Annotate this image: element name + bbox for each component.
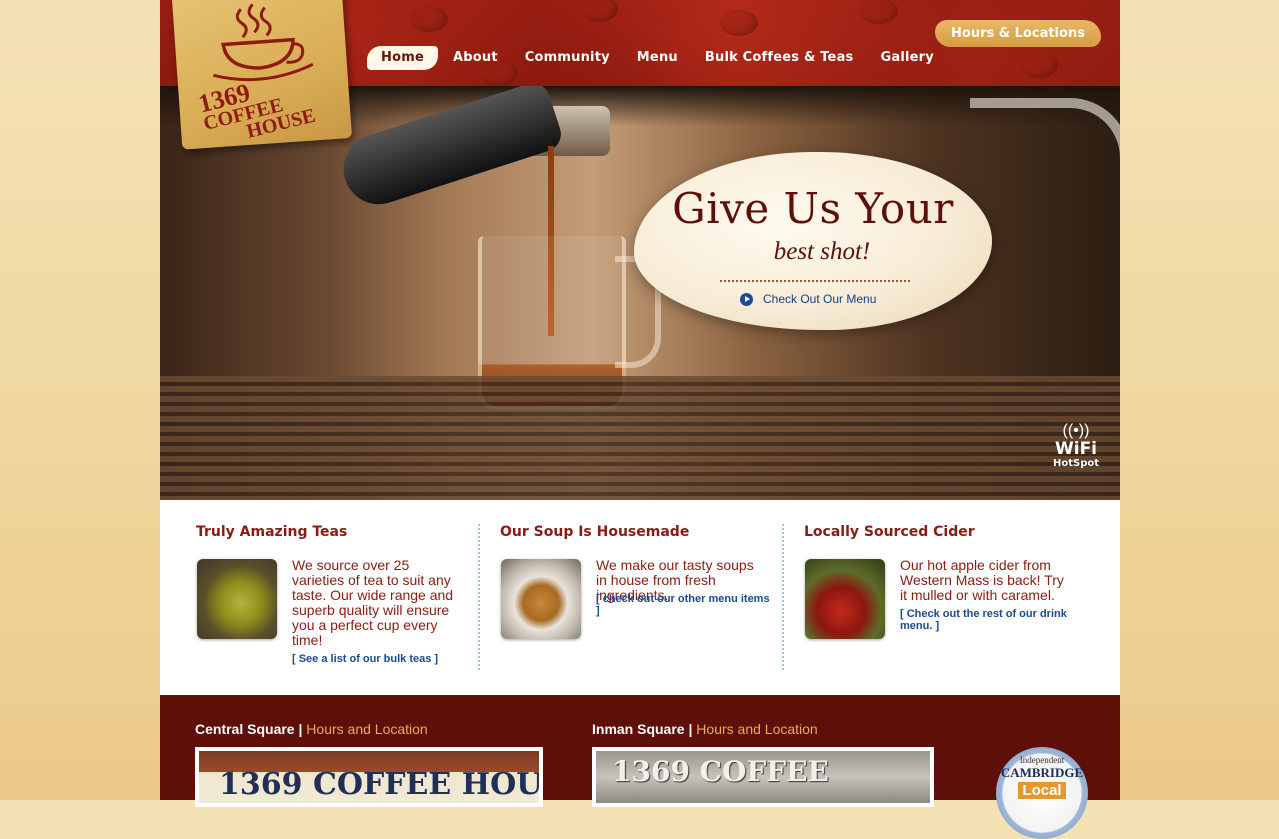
badge-line3: Local [1018, 782, 1066, 799]
central-square-hours-link[interactable]: Hours and Location [306, 721, 427, 737]
inman-square-heading: Inman Square | Hours and Location [592, 721, 818, 737]
nav-gallery[interactable]: Gallery [868, 46, 945, 70]
coffee-bean-decor [410, 6, 448, 32]
wifi-hotspot-badge: ((•)) WiFi HotSpot [1048, 422, 1104, 470]
badge-line2: CAMBRIDGE [1000, 765, 1084, 780]
apple-photo [805, 559, 885, 639]
site-logo[interactable]: 1369 COFFEE HOUSE [172, 0, 353, 150]
coffee-bean-decor [580, 0, 618, 22]
location-name: Central Square [195, 721, 295, 737]
hours-locations-button[interactable]: Hours & Locations [935, 20, 1101, 47]
feature-title: Truly Amazing Teas [196, 524, 348, 540]
feature-title: Locally Sourced Cider [804, 524, 975, 540]
nav-bulk-coffees-teas[interactable]: Bulk Coffees & Teas [693, 46, 866, 70]
locations-footer: Central Square | Hours and Location 1369… [160, 695, 1120, 839]
storefront-image: 1369 COFFEE HOUSE [199, 751, 539, 803]
bulk-teas-link[interactable]: [ See a list of our bulk teas ] [292, 653, 472, 665]
inman-square-hours-link[interactable]: Hours and Location [696, 721, 817, 737]
main-nav: Home About Community Menu Bulk Coffees &… [367, 46, 949, 70]
feature-title: Our Soup Is Housemade [500, 524, 690, 540]
drip-tray [160, 376, 1120, 500]
location-name: Inman Square [592, 721, 685, 737]
drink-menu-link[interactable]: [ Check out the rest of our drink menu. … [900, 608, 1080, 632]
feature-teas: Truly Amazing Teas We source over 25 var… [196, 524, 466, 665]
feature-divider [782, 524, 784, 670]
check-out-menu-label: Check Out Our Menu [763, 292, 877, 306]
central-square-photo[interactable]: 1369 COFFEE HOUSE [195, 747, 543, 807]
hero-banner: Give Us Your best shot! Check Out Our Me… [160, 86, 1120, 500]
separator: | [298, 721, 303, 737]
coffee-bean-decor [720, 10, 758, 36]
promo-bubble: Give Us Your best shot! Check Out Our Me… [634, 152, 992, 330]
storefront-sign: 1369 COFFEE [612, 755, 829, 788]
badge-line1: Independent [1019, 755, 1065, 765]
promo-subtitle: best shot! [773, 238, 871, 265]
play-arrow-icon [740, 292, 753, 306]
storefront-sign: 1369 COFFEE HOUSE [219, 767, 539, 802]
wifi-title: WiFi [1054, 439, 1098, 459]
page: Home About Community Menu Bulk Coffees &… [160, 0, 1120, 839]
feature-text: We source over 25 varieties of tea to su… [292, 557, 454, 648]
nav-home[interactable]: Home [367, 46, 438, 70]
nav-about[interactable]: About [441, 46, 510, 70]
menu-items-link[interactable]: [ check out our other menu items ] [596, 593, 776, 617]
nav-menu[interactable]: Menu [625, 46, 690, 70]
check-out-menu-link[interactable]: Check Out Our Menu [740, 292, 876, 306]
steam-wand [970, 98, 1120, 368]
separator: | [688, 721, 693, 737]
promo-title: Give Us Your [672, 184, 954, 233]
nav-community[interactable]: Community [513, 46, 622, 70]
storefront-image: 1369 COFFEE [596, 751, 930, 803]
teapot-photo [197, 559, 277, 639]
wifi-subtitle: HotSpot [1052, 458, 1100, 469]
feature-divider [478, 524, 480, 670]
coffee-bean-decor [1020, 52, 1058, 78]
feature-soup: Our Soup Is Housemade We make our tasty … [500, 524, 770, 639]
wifi-icon: ((•)) [1062, 422, 1090, 439]
features-section: Truly Amazing Teas We source over 25 var… [160, 500, 1120, 695]
feature-text: Our hot apple cider from Western Mass is… [900, 557, 1064, 603]
inman-square-photo[interactable]: 1369 COFFEE [592, 747, 934, 807]
independent-cambridge-local-badge[interactable]: Independent CAMBRIDGE Local [996, 747, 1088, 839]
coffee-bean-decor [860, 0, 898, 24]
soup-photo [501, 559, 581, 639]
promo-divider [720, 280, 910, 282]
feature-cider: Locally Sourced Cider Our hot apple cide… [804, 524, 1074, 639]
central-square-heading: Central Square | Hours and Location [195, 721, 428, 737]
